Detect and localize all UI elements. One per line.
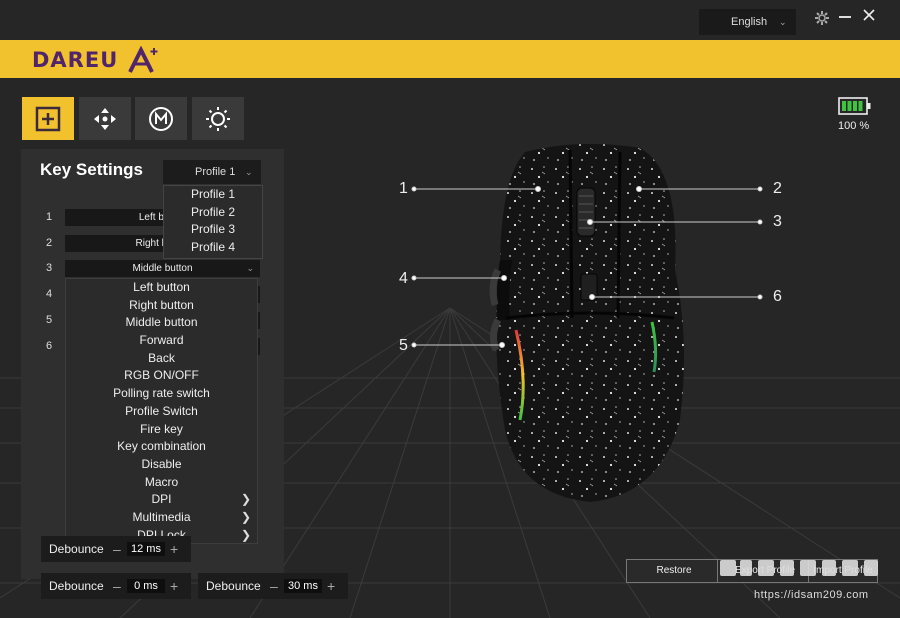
tab-lighting[interactable] xyxy=(192,97,244,140)
function-option-key-combination[interactable]: Key combination xyxy=(66,438,257,456)
profile-option[interactable]: Profile 4 xyxy=(164,239,262,257)
key-row-number: 1 xyxy=(46,211,53,223)
chevron-down-icon: ⌄ xyxy=(246,263,254,273)
debounce-label: Debounce xyxy=(206,579,261,593)
chevron-right-icon: ❯ xyxy=(240,527,251,542)
function-option-right-button[interactable]: Right button xyxy=(66,297,257,315)
function-option-fire-key[interactable]: Fire key xyxy=(66,421,257,439)
chevron-right-icon: ❯ xyxy=(240,492,251,507)
mouse-label-5: 5 xyxy=(399,337,408,354)
function-option-back[interactable]: Back xyxy=(66,350,257,368)
plus-square-icon xyxy=(35,106,61,131)
watermark-url: https://idsam209.com xyxy=(754,589,869,601)
language-value: English xyxy=(731,16,768,28)
debounce-value[interactable]: 12 ms xyxy=(127,542,165,556)
key-row-number: 5 xyxy=(46,314,53,326)
battery-icon xyxy=(838,97,871,115)
function-label: Key combination xyxy=(117,439,206,454)
debounce-decrease-button[interactable]: – xyxy=(113,573,121,599)
key-3-select[interactable]: Middle button ⌄ xyxy=(65,260,260,277)
chevron-down-icon: ⌄ xyxy=(779,17,787,27)
function-option-rgb[interactable]: RGB ON/OFF xyxy=(66,367,257,385)
function-option-profile-switch[interactable]: Profile Switch xyxy=(66,403,257,421)
function-label: Forward xyxy=(139,333,184,348)
profile-dropdown: Profile 1 Profile 2 Profile 3 Profile 4 xyxy=(163,185,263,259)
macro-m-icon xyxy=(149,106,173,131)
key-row-number: 2 xyxy=(46,237,53,249)
debounce-increase-button[interactable]: + xyxy=(170,536,178,562)
function-option-middle-button[interactable]: Middle button xyxy=(66,314,257,332)
profile-select[interactable]: Profile 1 ⌄ xyxy=(163,160,261,184)
function-label: Polling rate switch xyxy=(113,386,210,401)
callout-lines xyxy=(411,186,763,348)
function-label: Multimedia xyxy=(132,509,191,524)
restore-button[interactable]: Restore xyxy=(626,559,722,583)
brand-name: DAREU xyxy=(32,48,119,72)
function-label: DPI xyxy=(151,492,172,507)
key-3-value: Middle button xyxy=(132,263,193,274)
tab-key-settings[interactable] xyxy=(22,97,74,140)
chevron-right-icon: ❯ xyxy=(240,509,251,524)
gear-icon[interactable] xyxy=(813,9,831,27)
debounce-increase-button[interactable]: + xyxy=(327,573,335,599)
mouse-label-3: 3 xyxy=(773,213,782,230)
mouse-label-6: 6 xyxy=(773,288,782,305)
function-label: Macro xyxy=(144,474,179,489)
function-option-dpi[interactable]: DPI ❯ xyxy=(66,491,257,509)
function-label: Right button xyxy=(129,297,194,312)
function-label: Back xyxy=(148,350,175,365)
move-arrows-icon xyxy=(94,107,116,130)
profile-option[interactable]: Profile 1 xyxy=(164,186,262,204)
debounce-control: Debounce – 0 ms + xyxy=(41,573,191,599)
key-row-number: 3 xyxy=(46,262,53,274)
function-option-macro[interactable]: Macro xyxy=(66,474,257,492)
minimize-icon[interactable] xyxy=(839,16,851,18)
key-row-number: 4 xyxy=(46,288,53,300)
debounce-label: Debounce xyxy=(49,542,104,556)
brand-a-mark-icon xyxy=(128,46,158,73)
function-label: Left button xyxy=(133,280,190,294)
debounce-decrease-button[interactable]: – xyxy=(270,573,278,599)
debounce-value[interactable]: 0 ms xyxy=(127,579,165,593)
tab-dpi[interactable] xyxy=(79,97,131,140)
debounce-label: Debounce xyxy=(49,579,104,593)
profile-select-value: Profile 1 xyxy=(195,166,236,178)
function-option-multimedia[interactable]: Multimedia ❯ xyxy=(66,509,257,527)
function-option-disable[interactable]: Disable xyxy=(66,456,257,474)
function-option-forward[interactable]: Forward xyxy=(66,332,257,350)
battery-indicator xyxy=(838,97,872,120)
sun-icon xyxy=(206,106,230,131)
chevron-down-icon: ⌄ xyxy=(245,167,253,177)
function-option-polling-rate[interactable]: Polling rate switch xyxy=(66,385,257,403)
mouse-label-1: 1 xyxy=(399,180,408,197)
debounce-control: Debounce – 30 ms + xyxy=(198,573,348,599)
debounce-decrease-button[interactable]: – xyxy=(113,536,121,562)
watermark-logo xyxy=(720,560,878,576)
page-title: Key Settings xyxy=(40,160,143,179)
tab-macro[interactable] xyxy=(135,97,187,140)
debounce-control: Debounce – 12 ms + xyxy=(41,536,191,562)
language-select[interactable]: English ⌄ xyxy=(699,9,796,35)
debounce-value[interactable]: 30 ms xyxy=(284,579,322,593)
debounce-increase-button[interactable]: + xyxy=(170,573,178,599)
function-label: Disable xyxy=(141,456,182,471)
mouse-label-2: 2 xyxy=(773,180,782,197)
function-label: RGB ON/OFF xyxy=(124,368,199,383)
profile-option[interactable]: Profile 2 xyxy=(164,204,262,222)
mouse-label-4: 4 xyxy=(399,270,408,287)
function-label: Profile Switch xyxy=(125,403,198,418)
function-label: Fire key xyxy=(140,421,183,436)
profile-option[interactable]: Profile 3 xyxy=(164,221,262,239)
key-function-dropdown: Left button Right button Middle button F… xyxy=(65,278,258,544)
key-row-number: 6 xyxy=(46,340,53,352)
battery-percent: 100 % xyxy=(838,120,870,132)
function-option-left-button[interactable]: Left button xyxy=(66,279,257,297)
close-icon[interactable] xyxy=(862,8,876,27)
function-label: Middle button xyxy=(125,315,198,330)
